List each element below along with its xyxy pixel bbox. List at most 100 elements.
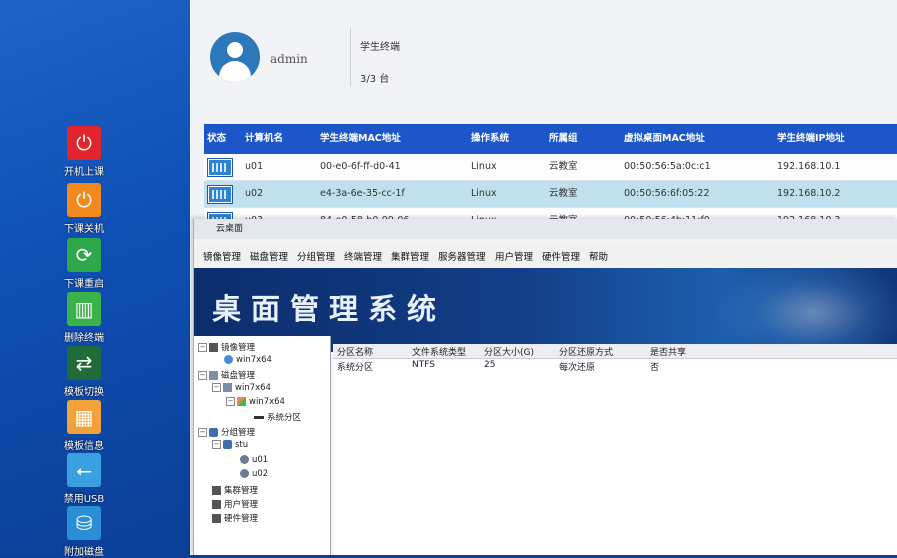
collapse-icon[interactable]: − — [198, 343, 207, 352]
tree-label: 系统分区 — [267, 413, 302, 423]
collapse-icon[interactable]: − — [212, 440, 221, 449]
usb-icon: ⭠ — [67, 453, 101, 487]
menu-server-mgmt[interactable]: 服务器管理 — [438, 249, 486, 263]
shortcut-attach-disk[interactable]: ⛁ 附加磁盘 — [52, 506, 116, 558]
collapse-icon[interactable]: − — [198, 371, 207, 380]
trash-icon: ▥ — [67, 292, 101, 326]
col-vmac[interactable]: 虚拟桌面MAC地址 — [624, 124, 705, 154]
shortcut-label: 删除终端 — [64, 333, 104, 344]
partition-name: 系统分区 — [337, 363, 374, 373]
table-row[interactable]: u02 e4-3a-6e-35-cc-1f Linux 云教室 00:50:56… — [204, 181, 897, 208]
collapse-icon[interactable]: − — [226, 397, 235, 406]
tree-group-mgmt[interactable]: − 分组管理 — [198, 426, 255, 438]
tree-system-partition[interactable]: 系统分区 — [254, 411, 301, 423]
menu-user-mgmt[interactable]: 用户管理 — [495, 249, 533, 263]
tree-label: 分组管理 — [221, 428, 256, 438]
terminal-status-icon — [208, 186, 232, 203]
shortcut-template-switch[interactable]: ⇄ 模板切换 — [52, 346, 116, 398]
menu-bar: 镜像管理 磁盘管理 分组管理 终端管理 集群管理 服务器管理 用户管理 硬件管理… — [194, 245, 897, 265]
col-size[interactable]: 分区大小(G) — [484, 345, 534, 358]
restart-icon: ⟳ — [67, 238, 101, 272]
tree-image-win7[interactable]: win7x64 — [224, 355, 272, 365]
col-os[interactable]: 操作系统 — [471, 124, 509, 154]
cell-vmac: 00:50:56:5a:0c:c1 — [624, 161, 711, 172]
menu-disk-mgmt[interactable]: 磁盘管理 — [250, 249, 288, 263]
col-restore[interactable]: 分区还原方式 — [559, 345, 613, 358]
menu-cluster-mgmt[interactable]: 集群管理 — [391, 249, 429, 263]
tree-group-stu[interactable]: − stu — [212, 440, 248, 450]
user-card: admin — [210, 32, 360, 87]
tree-label: win7x64 — [249, 397, 285, 407]
tree-user-u01[interactable]: u01 — [240, 455, 268, 465]
partition-row[interactable]: 系统分区 NTFS 25 每次还原 否 — [333, 359, 897, 373]
col-shared[interactable]: 是否共享 — [650, 345, 686, 358]
col-computer-name[interactable]: 计算机名 — [245, 124, 283, 154]
terminal-title: 学生终端 — [360, 42, 400, 53]
partition-list: 分区名称 文件系统类型 分区大小(G) 分区还原方式 是否共享 系统分区 NTF… — [333, 344, 897, 555]
partition-icon — [254, 416, 264, 419]
collapse-icon[interactable]: − — [198, 428, 207, 437]
group-icon — [209, 428, 218, 437]
shortcut-disable-usb[interactable]: ⭠ 禁用USB — [52, 453, 116, 505]
shortcut-label: 开机上课 — [64, 167, 104, 178]
cell-name: u02 — [245, 188, 264, 199]
col-status[interactable]: 状态 — [207, 124, 226, 154]
tree-label: 镜像管理 — [221, 343, 256, 353]
col-group[interactable]: 所属组 — [549, 124, 578, 154]
tree-disk-win7[interactable]: − win7x64 — [212, 383, 271, 393]
tree-user-mgmt[interactable]: 用户管理 — [212, 498, 258, 510]
cluster-icon — [212, 486, 221, 495]
tree-label: stu — [235, 440, 249, 450]
shortcut-power-on[interactable]: ⏻ 开机上课 — [52, 126, 116, 178]
menu-terminal-mgmt[interactable]: 终端管理 — [344, 249, 382, 263]
disk-icon — [209, 371, 218, 380]
cell-vmac: 00:50:56:6f:05:22 — [624, 188, 710, 199]
table-row[interactable]: u01 00-e0-6f-ff-d0-41 Linux 云教室 00:50:56… — [204, 154, 897, 181]
shortcut-delete-terminal[interactable]: ▥ 删除终端 — [52, 292, 116, 344]
partition-shared: 否 — [650, 363, 660, 373]
tree-disk-win7-sub[interactable]: − win7x64 — [226, 397, 285, 407]
cell-mac: 00-e0-6f-ff-d0-41 — [320, 161, 401, 172]
tree-hardware-mgmt[interactable]: 硬件管理 — [212, 512, 258, 524]
tree-label: u02 — [252, 469, 269, 479]
shortcut-label: 模板信息 — [64, 441, 104, 452]
tree-disk-mgmt[interactable]: − 磁盘管理 — [198, 369, 255, 381]
tree-label: u01 — [252, 455, 269, 465]
shortcut-template-info[interactable]: ▦ 模板信息 — [52, 400, 116, 452]
cell-ip: 192.168.10.2 — [777, 188, 841, 199]
tree-cluster-mgmt[interactable]: 集群管理 — [212, 484, 258, 496]
desktop: ⏻ 开机上课 ⏻ 下课关机 ⟳ 下课重启 ▥ 删除终端 ⇄ 模板切换 ▦ 模板信… — [0, 0, 190, 558]
col-partition-name[interactable]: 分区名称 — [337, 345, 373, 358]
tree-label: win7x64 — [235, 383, 271, 393]
window-title-bar[interactable]: 云桌面 — [194, 219, 897, 239]
divider — [350, 28, 351, 86]
menu-image-mgmt[interactable]: 镜像管理 — [203, 249, 241, 263]
cell-ip: 192.168.10.1 — [777, 161, 841, 172]
shortcut-shutdown[interactable]: ⏻ 下课关机 — [52, 183, 116, 235]
disk-icon — [223, 383, 232, 392]
switch-icon: ⇄ — [67, 346, 101, 380]
shortcut-restart[interactable]: ⟳ 下课重启 — [52, 238, 116, 290]
col-mac[interactable]: 学生终端MAC地址 — [320, 124, 401, 154]
collapse-icon[interactable]: − — [212, 383, 221, 392]
template-info-icon: ▦ — [67, 400, 101, 434]
menu-help[interactable]: 帮助 — [589, 249, 608, 263]
user-icon — [240, 455, 249, 464]
cell-group: 云教室 — [549, 161, 578, 172]
banner-title: 桌面管理系统 — [212, 292, 447, 326]
partition-restore: 每次还原 — [559, 363, 596, 373]
tree-user-u02[interactable]: u02 — [240, 469, 268, 479]
col-fs-type[interactable]: 文件系统类型 — [412, 345, 466, 358]
username: admin — [270, 52, 308, 66]
tree-label: 磁盘管理 — [221, 371, 256, 381]
col-ip[interactable]: 学生终端IP地址 — [777, 124, 845, 154]
power-off-icon: ⏻ — [67, 183, 101, 217]
menu-hardware-mgmt[interactable]: 硬件管理 — [542, 249, 580, 263]
partition-size: 25 — [484, 360, 496, 370]
window-title: 云桌面 — [216, 224, 244, 234]
avatar — [210, 32, 260, 82]
cell-os: Linux — [471, 188, 497, 199]
shortcut-label: 下课重启 — [64, 279, 104, 290]
menu-group-mgmt[interactable]: 分组管理 — [297, 249, 335, 263]
tree-image-mgmt[interactable]: − 镜像管理 — [198, 341, 255, 353]
